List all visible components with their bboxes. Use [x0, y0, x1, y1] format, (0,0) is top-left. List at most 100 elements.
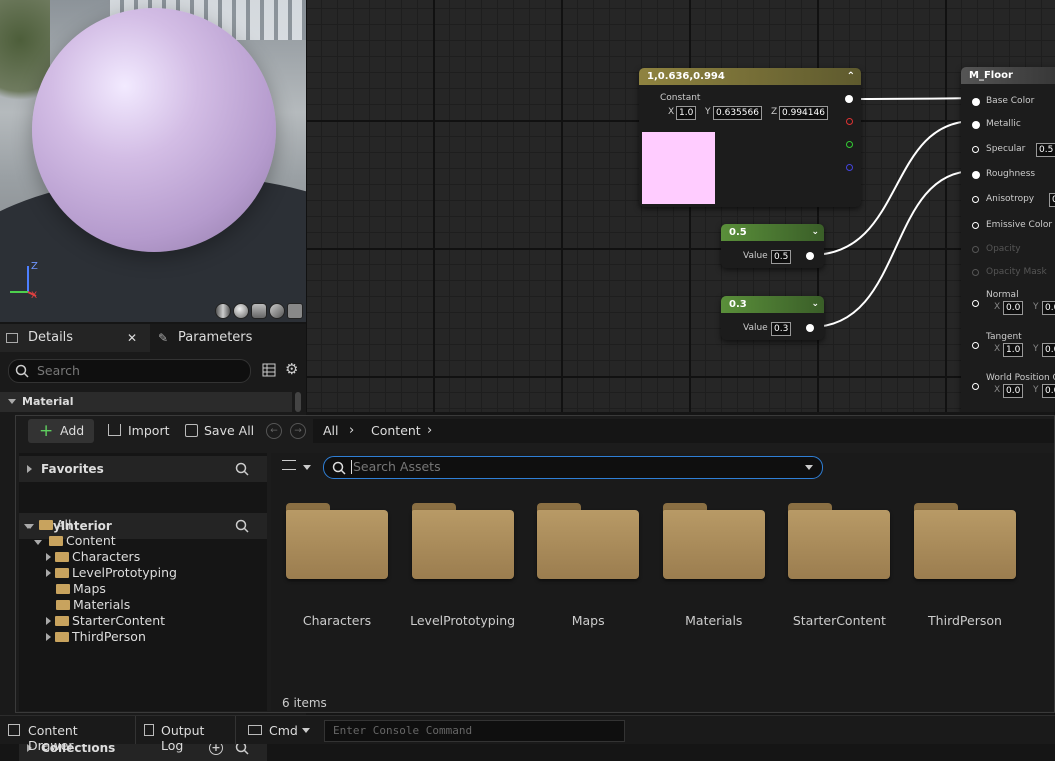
cmd-dropdown[interactable]: Cmd — [235, 716, 318, 744]
pin-y-value-field[interactable]: 0.0 — [1042, 343, 1055, 357]
scalar-param-node-0-5[interactable]: 0.5 ⌄ Value 0.5 — [721, 224, 824, 268]
material-input-pin[interactable] — [972, 171, 980, 179]
r-output-pin[interactable] — [846, 118, 853, 125]
folder-tile[interactable]: ThirdPerson — [914, 503, 1016, 628]
breadcrumb-all[interactable]: All — [323, 419, 339, 443]
folder-tile[interactable]: StarterContent — [788, 503, 891, 628]
tree-item-levelprototyping[interactable]: LevelPrototyping — [46, 565, 177, 581]
material-section-header[interactable]: Material — [0, 392, 292, 412]
folder-tile[interactable]: LevelPrototyping — [410, 503, 515, 628]
back-arrow-icon[interactable]: ← — [266, 423, 282, 439]
tab-details[interactable]: Details ✕ — [0, 324, 150, 352]
pin-y-label: Y — [1033, 344, 1039, 354]
tree-item-maps[interactable]: Maps — [56, 581, 106, 597]
search-icon[interactable] — [235, 462, 249, 476]
favorites-section-header[interactable]: Favorites — [19, 456, 267, 482]
material-input-pin[interactable] — [972, 196, 979, 203]
material-input-pin[interactable] — [972, 121, 980, 129]
g-output-pin[interactable] — [846, 141, 853, 148]
z-value-field[interactable]: 0.994146 — [779, 106, 828, 120]
forward-arrow-icon[interactable]: → — [290, 423, 306, 439]
text-cursor — [351, 460, 352, 474]
pin-y-value-field[interactable]: 0.0 — [1042, 384, 1055, 398]
material-input-pin[interactable] — [972, 222, 979, 229]
tree-item-all[interactable]: All — [24, 517, 71, 533]
console-command-input[interactable]: Enter Console Command — [324, 720, 625, 742]
settings-gear-icon[interactable]: ⚙ — [285, 360, 298, 378]
material-input-pin[interactable] — [972, 269, 979, 276]
value-output-pin[interactable] — [806, 252, 814, 260]
folder-tile[interactable]: Maps — [537, 503, 640, 628]
material-pin-value-field[interactable]: 0.5 — [1036, 143, 1055, 157]
drawer-toolbar: + Add Import Save All ← → All › Content … — [16, 416, 1054, 448]
tree-item-materials[interactable]: Materials — [56, 597, 130, 613]
material-pin-value-field[interactable]: 0.0 — [1049, 193, 1055, 207]
details-search-input[interactable]: Search — [8, 359, 251, 383]
constant-node-header[interactable]: 1,0.636,0.994 ⌃ — [639, 68, 861, 85]
tree-item-content[interactable]: Content — [34, 533, 116, 549]
close-tab-icon[interactable]: ✕ — [127, 324, 137, 352]
folder-label: Materials — [685, 613, 743, 628]
material-input-pin[interactable] — [972, 342, 979, 349]
value-field[interactable]: 0.5 — [771, 250, 792, 264]
details-scrollbar[interactable] — [295, 392, 301, 412]
scalar-node-header[interactable]: 0.5 ⌄ — [721, 224, 824, 241]
breadcrumb-chevron-icon[interactable]: › — [427, 419, 432, 443]
cylinder-icon[interactable] — [215, 303, 231, 319]
tree-item-label: StarterContent — [71, 613, 166, 628]
table-view-icon[interactable] — [262, 363, 276, 377]
constant-vector-node[interactable]: 1,0.636,0.994 ⌃ Constant X 1.0 Y 0.63556… — [639, 68, 861, 207]
folder-tile[interactable]: Materials — [662, 503, 765, 628]
value-output-pin[interactable] — [806, 324, 814, 332]
b-output-pin[interactable] — [846, 164, 853, 171]
scalar-node-header[interactable]: 0.3 ⌄ — [721, 296, 824, 313]
import-button[interactable]: Import — [108, 419, 172, 443]
folder-label: StarterContent — [792, 613, 886, 628]
scalar-param-node-0-3[interactable]: 0.3 ⌄ Value 0.3 — [721, 296, 824, 340]
material-input-pin[interactable] — [972, 98, 980, 106]
material-input-pin[interactable] — [972, 146, 979, 153]
tree-item-characters[interactable]: Characters — [46, 549, 140, 565]
material-pin-label: Anisotropy — [986, 194, 1035, 204]
material-pin-label: World Position Of — [986, 373, 1055, 383]
folder-label: Maps — [571, 613, 605, 628]
filter-dropdown-icon[interactable] — [303, 465, 311, 470]
material-input-pin[interactable] — [972, 300, 979, 307]
content-drawer-button[interactable]: Content Drawer — [6, 716, 126, 753]
breadcrumb-content[interactable]: Content — [371, 419, 421, 443]
asset-search-input[interactable]: Search Assets — [323, 456, 823, 479]
tree-item-thirdperson[interactable]: ThirdPerson — [46, 629, 146, 645]
pin-x-value-field[interactable]: 1.0 — [1003, 343, 1024, 357]
save-all-button[interactable]: Save All — [185, 419, 255, 443]
plane-icon[interactable] — [251, 303, 267, 319]
folder-tile[interactable]: Characters — [286, 503, 388, 628]
output-log-button[interactable]: Output Log — [135, 716, 228, 753]
teapot-icon[interactable] — [287, 303, 303, 319]
y-value-field[interactable]: 0.635566 — [713, 106, 762, 120]
search-history-dropdown-icon[interactable] — [805, 465, 813, 470]
add-button[interactable]: + Add — [28, 419, 94, 443]
pin-x-value-field[interactable]: 0.0 — [1003, 384, 1024, 398]
search-icon[interactable] — [235, 519, 249, 533]
drawer-sidebar: Favorites MyInterior All Content Charact… — [19, 453, 267, 761]
pin-x-value-field[interactable]: 0.0 — [1003, 301, 1024, 315]
filter-icon[interactable] — [282, 460, 296, 470]
cube-icon[interactable] — [269, 303, 285, 319]
pin-y-value-field[interactable]: 0.0 — [1042, 301, 1055, 315]
material-input-pin[interactable] — [972, 246, 979, 253]
material-graph-canvas[interactable]: 1,0.636,0.994 ⌃ Constant X 1.0 Y 0.63556… — [306, 0, 1055, 412]
chevron-down-icon[interactable]: ⌄ — [811, 296, 819, 313]
chevron-down-icon[interactable]: ⌄ — [811, 224, 819, 241]
tab-parameters[interactable]: ✎ Parameters — [152, 324, 306, 352]
sphere-icon[interactable] — [233, 303, 249, 319]
material-preview-viewport[interactable]: Z X — [0, 0, 306, 322]
material-node-header[interactable]: M_Floor — [961, 67, 1055, 84]
rgb-output-pin[interactable] — [845, 95, 853, 103]
x-value-field[interactable]: 1.0 — [676, 106, 697, 120]
tree-item-startercontent[interactable]: StarterContent — [46, 613, 165, 629]
collapse-chevron-icon[interactable]: ⌃ — [847, 68, 855, 85]
value-field[interactable]: 0.3 — [771, 322, 792, 336]
material-output-node[interactable]: M_Floor Base Color Metallic Specular 0.5 Rou… — [961, 67, 1055, 412]
breadcrumb-chevron-icon[interactable]: › — [349, 419, 354, 443]
material-input-pin[interactable] — [972, 383, 979, 390]
